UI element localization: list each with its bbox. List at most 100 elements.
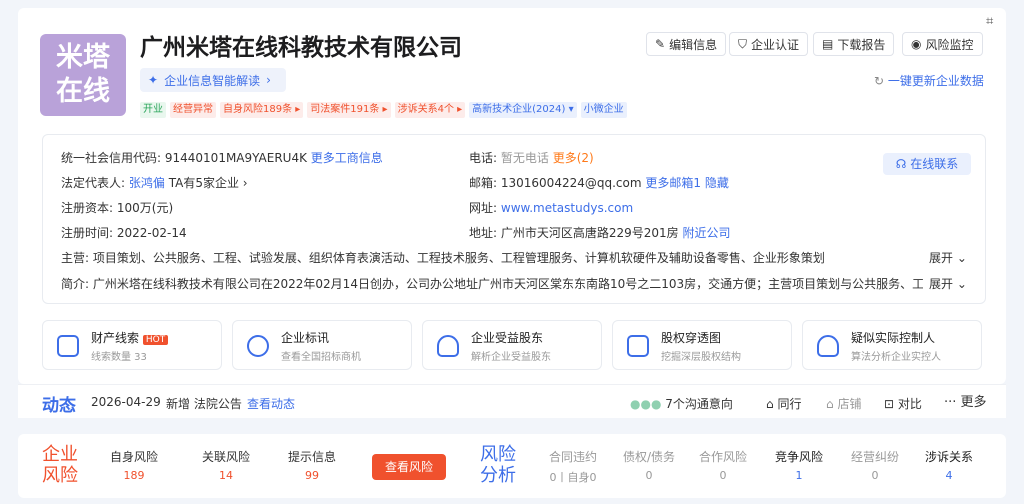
risk-item-value: 14: [219, 469, 233, 482]
analysis-item[interactable]: 合作风险 0: [688, 448, 758, 482]
more-link[interactable]: ··· 更多: [944, 391, 987, 410]
card-title: 企业受益股东: [471, 331, 544, 345]
status-tag[interactable]: 小微企业: [580, 102, 627, 118]
card-title: 企业标讯: [281, 331, 330, 345]
hot-badge: HOT: [142, 335, 169, 345]
qr-code-icon[interactable]: ⌗: [986, 14, 993, 29]
business-scope-row: 主营: 项目策划、公共服务、工程、试验发展、组织体育表演活动、工程技术服务、工程…: [61, 249, 923, 266]
analysis-item[interactable]: 经营纠纷 0: [840, 448, 910, 482]
equity-chart-card[interactable]: 股权穿透图 挖掘深层股权结构: [612, 320, 792, 370]
status-tags: 开业 经营异常 自身风险189条 ▸ 司法案件191条 ▸ 涉诉关系4个 ▸ 高新技术企业…: [140, 102, 627, 118]
ai-interpret-button[interactable]: ✦ 企业信息智能解读 ›: [140, 68, 286, 92]
address-value: 广州市天河区高唐路229号201房: [500, 226, 679, 240]
analysis-item[interactable]: 涉诉关系 4: [914, 448, 984, 482]
person-star-icon: [817, 335, 839, 357]
activity-text: 新增 法院公告: [166, 397, 242, 411]
analysis-item[interactable]: 债权/债务 0: [614, 448, 684, 482]
analysis-item[interactable]: 合同违约 0丨自身0: [538, 448, 608, 485]
avatars-icon: ●●●: [630, 397, 666, 411]
property-clues-card[interactable]: 财产线索 HOT 线索数量 33: [42, 320, 222, 370]
intro-value: 广州米塔在线科教技术有限公司在2022年02月14日创办，公司办公地址广州市天河…: [92, 277, 923, 291]
update-data-link[interactable]: ↻ 一键更新企业数据: [874, 72, 984, 89]
compare-link[interactable]: ⊡ 对比: [884, 395, 922, 412]
intent-label: 7个沟通意向: [665, 397, 733, 411]
status-tag: 开业: [140, 102, 166, 118]
more-email-link[interactable]: 更多邮箱1: [645, 176, 701, 190]
status-tag[interactable]: 司法案件191条 ▸: [307, 102, 391, 118]
more-biz-info-link[interactable]: 更多工商信息: [311, 151, 383, 165]
capital-row: 注册资本: 100万(元): [61, 199, 173, 216]
compare-label: 对比: [897, 397, 922, 411]
download-label: 下载报告: [837, 37, 886, 52]
analysis-item-value: 0: [871, 469, 879, 482]
analysis-item-value: 0丨自身0: [549, 471, 597, 484]
peer-label: 同行: [777, 397, 802, 411]
legal-rep-link[interactable]: 张鸿偏: [129, 176, 165, 190]
status-tag[interactable]: 涉诉关系4个 ▸: [394, 102, 466, 118]
more-phone-link[interactable]: 更多(2): [553, 151, 594, 165]
analysis-item-label: 合同违约: [548, 450, 597, 464]
reg-date-label: 注册时间:: [61, 226, 114, 240]
intro-label: 简介:: [61, 277, 90, 291]
peer-link[interactable]: ⌂ 同行: [766, 395, 801, 412]
monitor-label: 风险监控: [925, 37, 974, 52]
credit-code: 91440101MA9YAERU4K: [164, 151, 307, 165]
risk-item[interactable]: 关联风险 14: [184, 448, 268, 482]
card-subtitle: 算法分析企业实控人: [851, 352, 941, 363]
card-subtitle: 挖掘深层股权结构: [661, 352, 741, 363]
update-label: 一键更新企业数据: [887, 74, 984, 88]
eye-icon: ◉: [911, 37, 922, 51]
view-risk-button[interactable]: 查看风险: [372, 454, 446, 480]
shop-link[interactable]: ⌂ 店铺: [826, 395, 861, 412]
scope-expand-button[interactable]: 展开 ⌄: [929, 249, 967, 266]
online-contact-button[interactable]: ☊ 在线联系: [883, 153, 971, 175]
view-activity-link[interactable]: 查看动态: [247, 395, 295, 412]
building-icon: ⌂: [766, 397, 778, 411]
risk-item[interactable]: 自身风险 189: [92, 448, 176, 482]
reg-date-row: 注册时间: 2022-02-14: [61, 224, 187, 241]
chevron-right-icon: ›: [266, 73, 271, 87]
analysis-item-value: 0: [645, 469, 653, 482]
status-tag: 经营异常: [170, 102, 216, 118]
card-title-text: 财产线索: [91, 331, 140, 345]
nearby-companies-link[interactable]: 附近公司: [683, 226, 731, 240]
beneficiary-card[interactable]: 企业受益股东 解析企业受益股东: [422, 320, 602, 370]
analysis-item-label: 涉诉关系: [924, 450, 973, 464]
risk-item-label: 关联风险: [201, 450, 250, 464]
target-icon: [247, 335, 269, 357]
pen-icon: ✎: [655, 37, 666, 51]
risk-title-line-1: 企业: [42, 444, 78, 465]
legal-rep-companies-link[interactable]: TA有5家企业 ›: [169, 176, 248, 190]
phone-label: 电话:: [469, 151, 498, 165]
cert-button[interactable]: ⛉ 企业认证: [729, 32, 809, 56]
status-tag[interactable]: 高新技术企业(2024) ▾: [469, 102, 577, 118]
risk-monitor-button[interactable]: ◉ 风险监控: [902, 32, 983, 56]
risk-item-value: 99: [305, 469, 319, 482]
download-report-button[interactable]: ▤ 下载报告: [813, 32, 895, 56]
bidding-card[interactable]: 企业标讯查看全国招标商机: [232, 320, 412, 370]
card-subtitle: 查看全国招标商机: [281, 352, 361, 363]
intent-link[interactable]: ●●● 7个沟通意向: [630, 395, 733, 412]
analysis-item-label: 合作风险: [698, 450, 747, 464]
status-tag[interactable]: 自身风险189条 ▸: [220, 102, 304, 118]
cert-label: 企业认证: [751, 37, 800, 52]
edit-button[interactable]: ✎ 编辑信息: [646, 32, 727, 56]
scope-label: 主营:: [61, 251, 90, 265]
person-icon: [437, 335, 459, 357]
risk-summary-bar: 企业 风险 自身风险 189 关联风险 14 提示信息 99 查看风险 风险 分析 合同违约 0…: [18, 434, 1006, 498]
intro-expand-button[interactable]: 展开 ⌄: [929, 275, 967, 292]
analysis-title-line-1: 风险: [480, 444, 516, 465]
edit-label: 编辑信息: [669, 37, 718, 52]
email-label: 邮箱:: [469, 176, 498, 190]
analysis-item-label: 竞争风险: [774, 450, 823, 464]
org-chart-icon: [627, 335, 649, 357]
email-value: 13016004224@qq.com: [500, 176, 642, 190]
phone-row: 电话: 暂无电话 更多(2): [469, 149, 594, 166]
analysis-item[interactable]: 竞争风险 1: [764, 448, 834, 482]
website-link[interactable]: www.metastudys.com: [501, 201, 633, 215]
controller-card[interactable]: 疑似实际控制人 算法分析企业实控人: [802, 320, 982, 370]
address-label: 地址:: [469, 226, 498, 240]
intro-row: 简介: 广州米塔在线科教技术有限公司在2022年02月14日创办，公司办公地址广…: [61, 275, 923, 292]
risk-item[interactable]: 提示信息 99: [270, 448, 354, 482]
hide-link[interactable]: 隐藏: [705, 176, 729, 190]
